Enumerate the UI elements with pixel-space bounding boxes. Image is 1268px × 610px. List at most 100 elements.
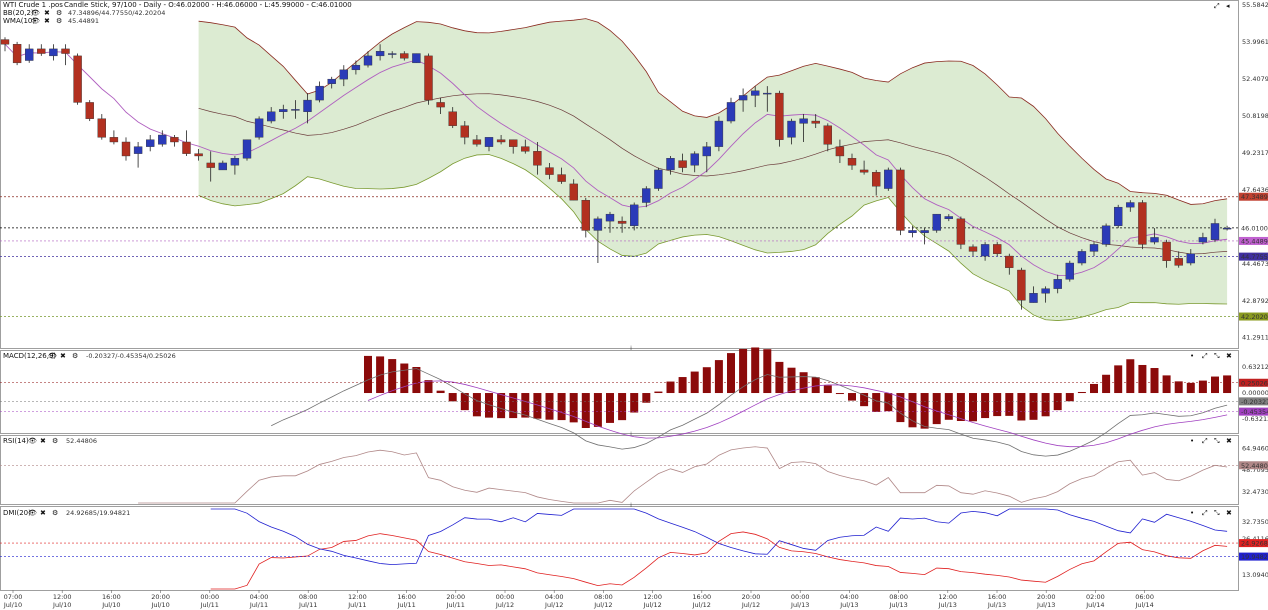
x-date-label: Jul/11 <box>396 601 415 609</box>
macd-histogram-bar <box>920 393 929 429</box>
close-icon[interactable]: ✖ <box>44 17 50 25</box>
dot-icon[interactable]: • <box>1190 352 1194 360</box>
candle-body <box>811 120 820 124</box>
trading-chart: ⁞ ⁞ ⁞ WTI Crude 1 .pos Candle Stick, 97/… <box>0 0 1268 610</box>
macd-histogram-bar <box>848 393 856 401</box>
candle-body <box>847 158 857 166</box>
panel-divider-grip[interactable]: ⁞ <box>630 344 632 352</box>
candle-body <box>896 169 905 231</box>
badge-bb-upper: 47.34896 <box>1241 193 1268 201</box>
candle-body <box>1150 237 1159 243</box>
expand-icon[interactable]: ⤢ <box>1214 2 1220 10</box>
close-icon[interactable]: ✖ <box>1226 509 1232 517</box>
candle-body <box>920 230 929 233</box>
candle-body <box>787 120 796 138</box>
collapse-icon[interactable]: ◂ <box>1226 2 1230 10</box>
close-icon[interactable]: ✖ <box>1226 437 1232 445</box>
candle-body <box>61 48 70 54</box>
price-tick-label: 42.87927 <box>1242 297 1268 305</box>
macd-histogram-bar <box>1065 393 1074 402</box>
macd-histogram-bar <box>654 391 663 394</box>
candle-body <box>678 160 687 168</box>
settings-icon[interactable]: ⚙ <box>72 352 78 360</box>
candle-body <box>859 169 869 173</box>
settings-icon[interactable]: ⚙ <box>52 437 58 445</box>
candle-body <box>799 118 808 124</box>
dot-icon[interactable]: • <box>1190 509 1194 517</box>
badge-wma: 45.44891 <box>1241 237 1268 245</box>
macd-histogram-bar <box>545 393 554 420</box>
eye-icon[interactable]: 👁 <box>31 17 40 25</box>
candle-body <box>327 78 336 84</box>
candle-body <box>145 139 155 147</box>
candle-body <box>484 137 494 147</box>
expand-icon[interactable]: ⤢ <box>1202 509 1208 517</box>
candle-body <box>533 151 542 166</box>
settings-icon[interactable]: ⚙ <box>52 509 58 517</box>
candle-body <box>714 120 724 147</box>
close-icon[interactable]: ✖ <box>44 9 50 17</box>
macd-histogram-bar <box>1029 393 1038 420</box>
macd-histogram-bar <box>1090 383 1098 394</box>
eye-icon[interactable]: 👁 <box>31 9 40 17</box>
candle-body <box>642 188 651 203</box>
macd-histogram-bar <box>702 367 711 394</box>
badge-macd-signal: -0.45354 <box>1241 408 1268 416</box>
x-date-label: Jul/12 <box>741 601 760 609</box>
candle-body <box>569 183 578 201</box>
candle-body <box>1041 288 1050 294</box>
settings-icon[interactable]: ⚙ <box>56 9 62 17</box>
candle-body <box>884 169 893 189</box>
shrink-icon[interactable]: ⤡ <box>1214 437 1220 445</box>
candle-body <box>1162 241 1171 261</box>
candle-body <box>291 109 300 111</box>
macd-histogram-bar <box>932 393 941 425</box>
eye-icon[interactable]: 👁 <box>28 437 37 445</box>
macd-histogram-bar <box>956 393 965 421</box>
expand-icon[interactable]: ⤢ <box>1202 437 1208 445</box>
candle-body <box>1138 202 1147 245</box>
macd-histogram-bar <box>969 393 977 422</box>
macd-histogram-bar <box>557 393 566 421</box>
shrink-icon[interactable]: ⤡ <box>1214 509 1220 517</box>
macd-histogram-bar <box>1186 382 1195 394</box>
candle-body <box>194 153 203 157</box>
candle-body <box>279 109 288 112</box>
close-icon[interactable]: ✖ <box>1226 352 1232 360</box>
candle-body <box>12 44 22 64</box>
candle-body <box>1101 225 1111 245</box>
candle-body <box>85 102 94 119</box>
x-date-label: Jul/12 <box>692 601 711 609</box>
candle-body <box>835 146 845 157</box>
panel-divider-grip[interactable]: ⁞ <box>630 430 632 438</box>
x-date-label: Jul/14 <box>1085 601 1104 609</box>
candle-body <box>1077 251 1087 264</box>
candle-body <box>0 39 10 45</box>
macd-histogram-bar <box>400 363 409 394</box>
panel-divider-grip[interactable]: ⁞ <box>630 501 632 509</box>
close-icon[interactable]: ✖ <box>40 509 46 517</box>
close-icon[interactable]: ✖ <box>60 352 66 360</box>
macd-histogram-bar <box>1198 380 1207 394</box>
macd-histogram-bar <box>993 393 1002 417</box>
settings-icon[interactable]: ⚙ <box>56 17 62 25</box>
eye-icon[interactable]: 👁 <box>28 509 37 517</box>
candle-body <box>605 213 615 222</box>
candle-body <box>1053 279 1062 289</box>
candle-body <box>339 69 348 80</box>
x-time-label: 20:00 <box>1037 593 1056 601</box>
candle-body <box>775 92 784 140</box>
x-time-label: 04:00 <box>545 593 564 601</box>
dot-icon[interactable]: • <box>1190 437 1194 445</box>
eye-icon[interactable]: 👁 <box>48 352 57 360</box>
close-icon[interactable]: ✖ <box>40 437 46 445</box>
candle-body <box>363 55 373 66</box>
expand-icon[interactable]: ⤢ <box>1202 352 1208 360</box>
badge-bb-mid: 44.77550 <box>1241 253 1268 261</box>
macd-histogram-bar <box>787 367 796 394</box>
shrink-icon[interactable]: ⤡ <box>1214 352 1220 360</box>
candle-body <box>170 137 179 143</box>
x-date-label: Jul/11 <box>446 601 465 609</box>
macd-histogram-bar <box>1041 393 1050 417</box>
x-date-label: Jul/13 <box>938 601 957 609</box>
